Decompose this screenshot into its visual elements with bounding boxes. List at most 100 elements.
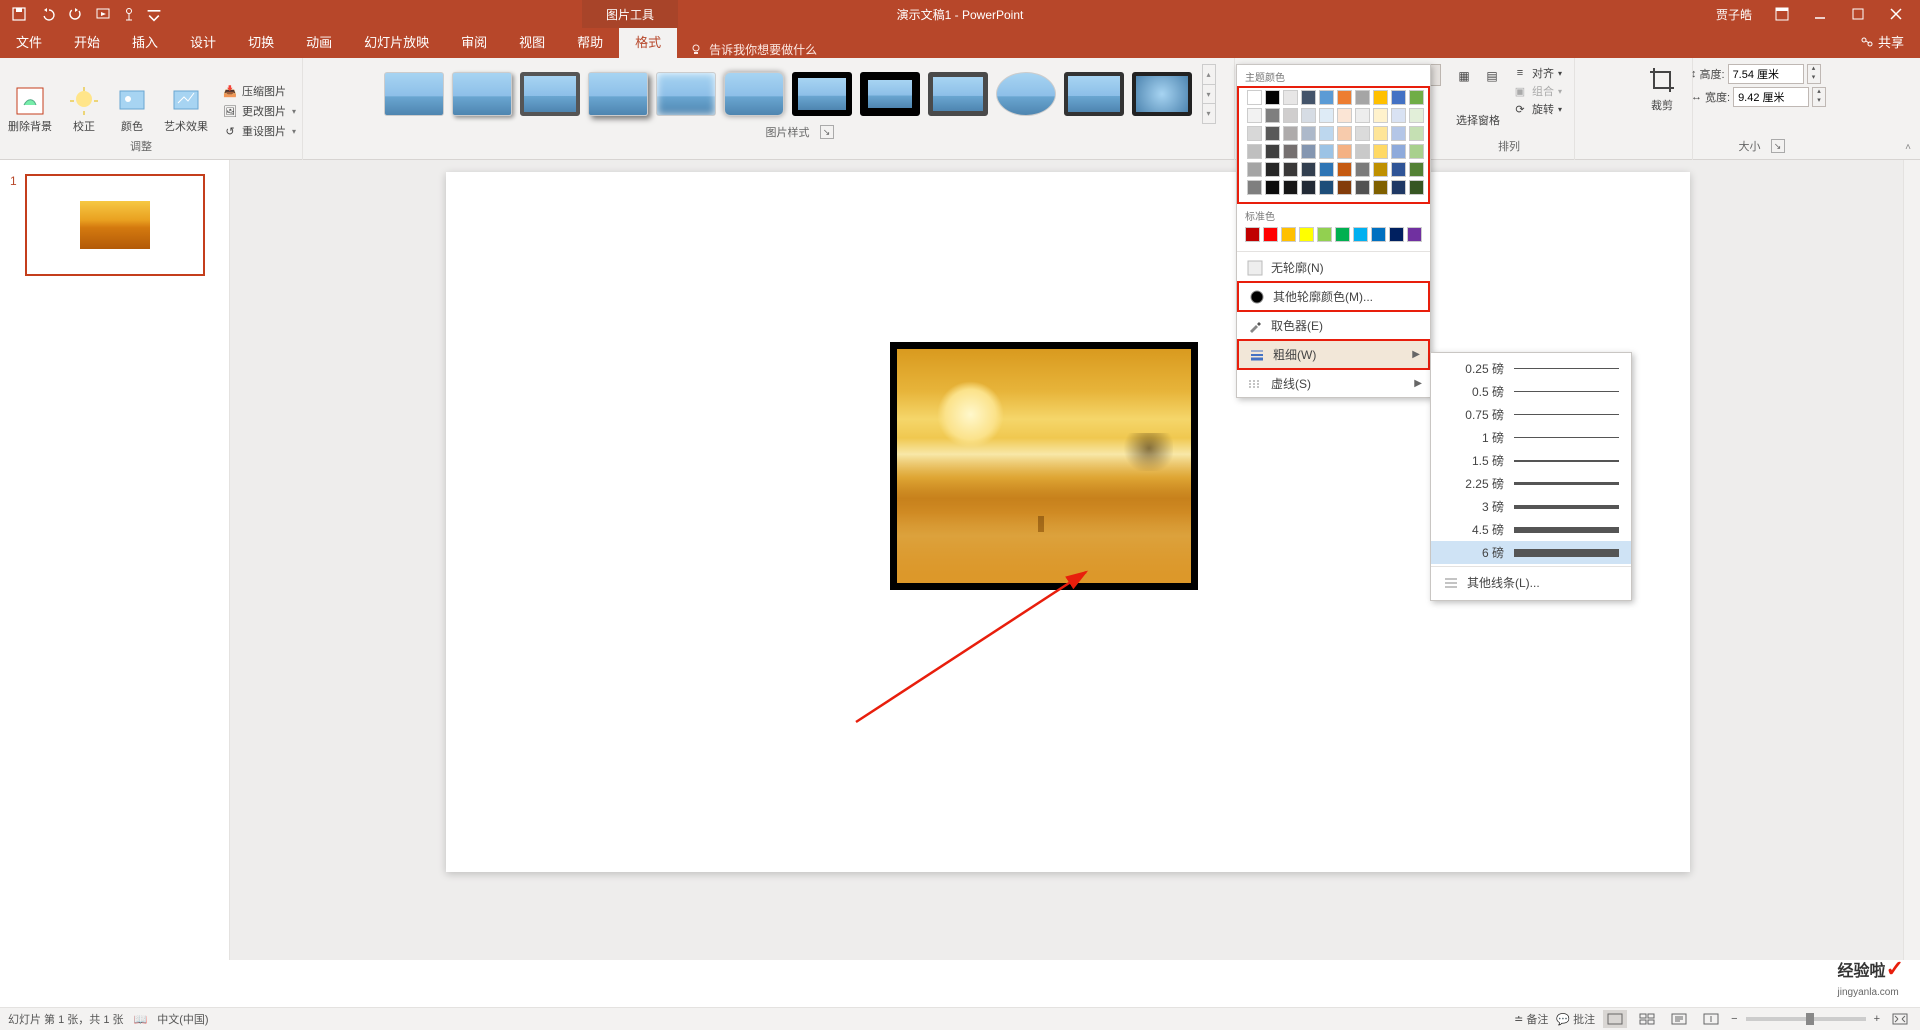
width-spin[interactable]: ▴▾ bbox=[1812, 87, 1826, 107]
color-swatch[interactable] bbox=[1281, 227, 1296, 242]
color-swatch[interactable] bbox=[1337, 144, 1352, 159]
color-swatch[interactable] bbox=[1247, 180, 1262, 195]
color-swatch[interactable] bbox=[1265, 180, 1280, 195]
color-swatch[interactable] bbox=[1265, 162, 1280, 177]
color-swatch[interactable] bbox=[1355, 180, 1370, 195]
tab-file[interactable]: 文件 bbox=[0, 28, 58, 58]
save-button[interactable] bbox=[6, 2, 32, 26]
slide-thumbnail-1[interactable] bbox=[25, 174, 205, 276]
picture-styles-launcher[interactable]: ↘ bbox=[820, 125, 834, 139]
color-swatch[interactable] bbox=[1265, 126, 1280, 141]
width-input[interactable] bbox=[1733, 87, 1809, 107]
normal-view-button[interactable] bbox=[1603, 1010, 1627, 1028]
color-swatch[interactable] bbox=[1301, 162, 1316, 177]
crop-button[interactable]: 裁剪 bbox=[1638, 60, 1686, 117]
picture-style-item[interactable] bbox=[452, 72, 512, 116]
color-swatch[interactable] bbox=[1283, 162, 1298, 177]
minimize-button[interactable] bbox=[1802, 2, 1838, 26]
weight-option-025[interactable]: 0.25 磅 bbox=[1431, 357, 1631, 380]
color-swatch[interactable] bbox=[1373, 126, 1388, 141]
color-swatch[interactable] bbox=[1265, 90, 1280, 105]
color-swatch[interactable] bbox=[1299, 227, 1314, 242]
color-swatch[interactable] bbox=[1337, 126, 1352, 141]
color-swatch[interactable] bbox=[1283, 126, 1298, 141]
color-swatch[interactable] bbox=[1391, 180, 1406, 195]
color-swatch[interactable] bbox=[1407, 227, 1422, 242]
corrections-button[interactable]: 校正 bbox=[60, 81, 108, 138]
color-swatch[interactable] bbox=[1355, 162, 1370, 177]
picture-style-item[interactable] bbox=[792, 72, 852, 116]
tab-view[interactable]: 视图 bbox=[503, 28, 561, 58]
color-swatch[interactable] bbox=[1337, 90, 1352, 105]
color-swatch[interactable] bbox=[1355, 144, 1370, 159]
color-swatch[interactable] bbox=[1373, 144, 1388, 159]
tab-format[interactable]: 格式 bbox=[619, 28, 677, 58]
color-swatch[interactable] bbox=[1301, 126, 1316, 141]
height-spin[interactable]: ▴▾ bbox=[1807, 64, 1821, 84]
color-swatch[interactable] bbox=[1265, 144, 1280, 159]
share-button[interactable]: 共享 bbox=[1860, 32, 1904, 51]
tab-transitions[interactable]: 切换 bbox=[232, 28, 290, 58]
color-swatch[interactable] bbox=[1283, 108, 1298, 123]
fit-to-window-button[interactable] bbox=[1888, 1010, 1912, 1028]
weight-option-45[interactable]: 4.5 磅 bbox=[1431, 518, 1631, 541]
maximize-button[interactable] bbox=[1840, 2, 1876, 26]
color-swatch[interactable] bbox=[1283, 144, 1298, 159]
height-input[interactable] bbox=[1728, 64, 1804, 84]
picture-style-item[interactable] bbox=[520, 72, 580, 116]
no-outline-item[interactable]: 无轮廓(N) bbox=[1237, 254, 1430, 281]
color-swatch[interactable] bbox=[1301, 180, 1316, 195]
redo-button[interactable] bbox=[62, 2, 88, 26]
tab-insert[interactable]: 插入 bbox=[116, 28, 174, 58]
picture-style-item[interactable] bbox=[656, 72, 716, 116]
tab-animations[interactable]: 动画 bbox=[290, 28, 348, 58]
picture-style-item[interactable] bbox=[928, 72, 988, 116]
color-swatch[interactable] bbox=[1389, 227, 1404, 242]
color-swatch[interactable] bbox=[1301, 90, 1316, 105]
notes-button[interactable]: ≐ 备注 bbox=[1514, 1011, 1548, 1027]
more-outline-colors-item[interactable]: 其他轮廓颜色(M)... bbox=[1237, 281, 1430, 312]
weight-option-15[interactable]: 1.5 磅 bbox=[1431, 449, 1631, 472]
picture-style-item[interactable] bbox=[860, 72, 920, 116]
start-from-beginning-button[interactable] bbox=[90, 2, 116, 26]
more-lines-item[interactable]: 其他线条(L)... bbox=[1431, 569, 1631, 596]
color-swatch[interactable] bbox=[1337, 162, 1352, 177]
color-swatch[interactable] bbox=[1247, 144, 1262, 159]
color-swatch[interactable] bbox=[1409, 180, 1424, 195]
picture-style-item[interactable] bbox=[588, 72, 648, 116]
spell-check-icon[interactable]: 📖 bbox=[134, 1013, 148, 1026]
color-swatch[interactable] bbox=[1247, 162, 1262, 177]
color-swatch[interactable] bbox=[1247, 126, 1262, 141]
tab-help[interactable]: 帮助 bbox=[561, 28, 619, 58]
tab-review[interactable]: 审阅 bbox=[445, 28, 503, 58]
weight-option-6[interactable]: 6 磅 bbox=[1431, 541, 1631, 564]
color-swatch[interactable] bbox=[1391, 162, 1406, 177]
color-button[interactable]: 颜色 bbox=[108, 81, 156, 138]
change-picture-button[interactable]: 🖼更改图片▾ bbox=[216, 101, 302, 121]
color-swatch[interactable] bbox=[1319, 126, 1334, 141]
weight-item[interactable]: 粗细(W) ▶ bbox=[1237, 339, 1430, 370]
undo-button[interactable] bbox=[34, 2, 60, 26]
vertical-scrollbar[interactable] bbox=[1903, 160, 1920, 960]
color-swatch[interactable] bbox=[1301, 108, 1316, 123]
color-swatch[interactable] bbox=[1409, 144, 1424, 159]
color-swatch[interactable] bbox=[1373, 162, 1388, 177]
color-swatch[interactable] bbox=[1371, 227, 1386, 242]
color-swatch[interactable] bbox=[1355, 90, 1370, 105]
weight-option-225[interactable]: 2.25 磅 bbox=[1431, 472, 1631, 495]
color-swatch[interactable] bbox=[1391, 90, 1406, 105]
color-swatch[interactable] bbox=[1245, 227, 1260, 242]
align-button[interactable]: ≡对齐▾ bbox=[1506, 64, 1568, 82]
color-swatch[interactable] bbox=[1409, 126, 1424, 141]
color-swatch[interactable] bbox=[1247, 108, 1262, 123]
group-button[interactable]: ▣组合▾ bbox=[1506, 82, 1568, 100]
color-swatch[interactable] bbox=[1409, 90, 1424, 105]
weight-option-1[interactable]: 1 磅 bbox=[1431, 426, 1631, 449]
picture-style-item[interactable] bbox=[384, 72, 444, 116]
color-swatch[interactable] bbox=[1283, 180, 1298, 195]
artistic-effects-button[interactable]: 艺术效果 bbox=[156, 81, 216, 138]
remove-background-button[interactable]: 删除背景 bbox=[0, 81, 60, 138]
slide-sorter-view-button[interactable] bbox=[1635, 1010, 1659, 1028]
color-swatch[interactable] bbox=[1353, 227, 1368, 242]
color-swatch[interactable] bbox=[1337, 108, 1352, 123]
